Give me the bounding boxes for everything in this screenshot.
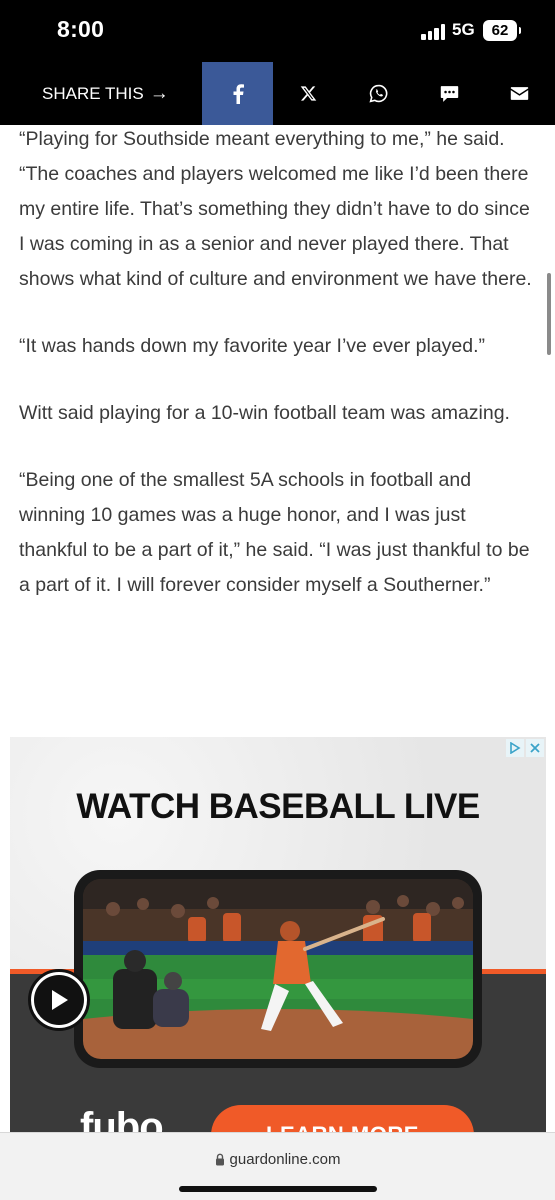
article-body: “Playing for Southside meant everything … [19, 122, 539, 635]
ad-phone-mockup [74, 870, 482, 1068]
share-facebook-button[interactable] [202, 62, 273, 125]
ad-close-icon[interactable] [526, 739, 544, 757]
url-text: guardonline.com [229, 1151, 341, 1168]
signal-strength-icon [421, 24, 447, 40]
status-bar: 8:00 5G 62 [0, 0, 555, 62]
learn-more-button[interactable]: LEARN MORE [211, 1105, 474, 1132]
adchoices-icon[interactable] [506, 739, 524, 757]
share-label: SHARE THIS → [42, 83, 169, 105]
article-paragraph: “Being one of the smallest 5A schools in… [19, 469, 530, 596]
x-icon [300, 86, 317, 101]
share-label-text: SHARE THIS [42, 84, 144, 103]
whatsapp-icon [369, 84, 388, 103]
share-bar: SHARE THIS → [0, 62, 555, 125]
share-whatsapp-button[interactable] [343, 62, 414, 125]
article-paragraph: “Playing for Southside meant everything … [19, 128, 532, 290]
arrow-right-icon: → [149, 83, 169, 104]
share-x-button[interactable] [273, 62, 344, 125]
article-paragraph: “It was hands down my favorite year I’ve… [19, 335, 486, 357]
message-icon [440, 85, 459, 102]
url-display[interactable]: guardonline.com [0, 1151, 555, 1168]
article-paragraph: Witt said playing for a 10-win football … [19, 402, 510, 424]
battery-icon: 62 [483, 20, 521, 41]
ad-headline: WATCH BASEBALL LIVE [76, 787, 480, 826]
baseball-image [83, 879, 473, 1059]
fubo-logo: fubo [80, 1105, 164, 1132]
browser-address-bar[interactable]: guardonline.com [0, 1132, 555, 1200]
facebook-icon [233, 83, 244, 104]
mail-icon [510, 87, 529, 100]
advertisement[interactable]: WATCH BASEBALL LIVE fubo [10, 737, 546, 1132]
status-time: 8:00 [57, 16, 105, 42]
home-indicator[interactable] [179, 1186, 377, 1192]
share-email-button[interactable] [484, 62, 555, 125]
play-button[interactable] [28, 969, 90, 1031]
share-sms-button[interactable] [414, 62, 485, 125]
play-icon [34, 975, 84, 1025]
scrollbar[interactable] [547, 273, 551, 355]
ad-choices[interactable] [506, 739, 544, 757]
network-type: 5G [452, 20, 475, 39]
lock-icon [215, 1153, 224, 1166]
